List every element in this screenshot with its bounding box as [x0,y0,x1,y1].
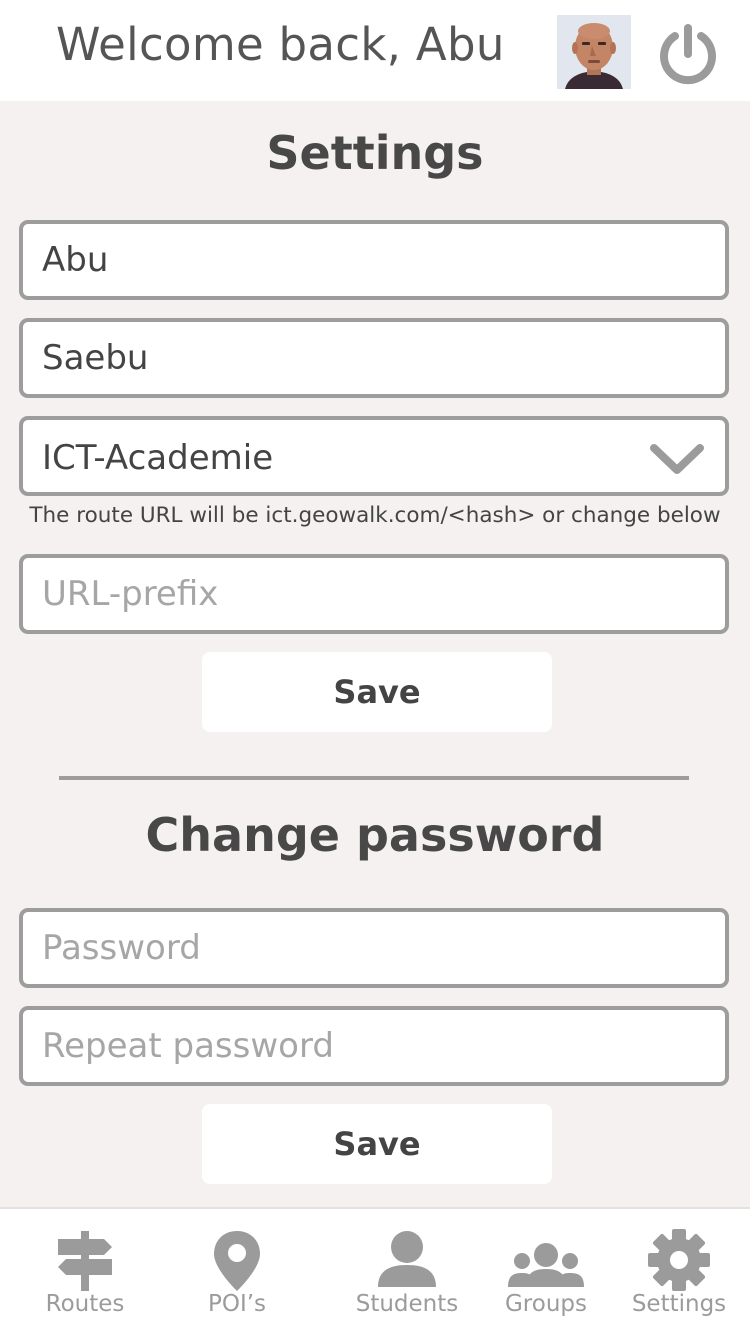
url-prefix-input[interactable] [23,558,725,630]
password-input[interactable] [23,912,725,984]
nav-label-pois: POI’s [207,1291,267,1317]
nav-label-settings: Settings [631,1291,727,1317]
signpost-icon [50,1227,120,1293]
first-name-input[interactable] [23,224,725,296]
nav-item-settings[interactable]: Settings [624,1209,734,1334]
repeat-password-input[interactable] [23,1010,725,1082]
nav-item-routes[interactable]: Routes [25,1209,145,1334]
welcome-text: Welcome back, Abu [56,18,505,71]
settings-title: Settings [266,126,484,180]
bottom-nav: Routes POI’s Students Groups Settings [0,1207,750,1334]
url-prefix-field[interactable] [19,554,729,634]
organization-selected-value: ICT-Academie [42,438,274,478]
last-name-field[interactable] [19,318,729,398]
gear-icon [644,1227,714,1293]
nav-label-students: Students [355,1291,459,1317]
avatar[interactable] [557,15,631,89]
password-field[interactable] [19,908,729,988]
nav-item-pois[interactable]: POI’s [177,1209,297,1334]
nav-item-groups[interactable]: Groups [490,1209,602,1334]
section-divider [59,776,689,780]
nav-label-groups: Groups [504,1291,587,1317]
first-name-field[interactable] [19,220,729,300]
person-icon [372,1227,442,1293]
nav-item-students[interactable]: Students [344,1209,470,1334]
route-url-hint: The route URL will be ict.geowalk.com/<h… [29,503,721,528]
save-password-button[interactable]: Save [202,1104,552,1184]
organization-select[interactable]: ICT-Academie [19,416,729,496]
chevron-down-icon[interactable] [649,442,705,476]
app-header: Welcome back, Abu [0,0,750,101]
group-icon [508,1227,584,1293]
map-pin-icon [202,1227,272,1293]
power-icon[interactable] [656,22,720,86]
save-settings-button[interactable]: Save [202,652,552,732]
nav-label-routes: Routes [45,1291,125,1317]
last-name-input[interactable] [23,322,725,394]
change-password-title: Change password [145,808,605,862]
repeat-password-field[interactable] [19,1006,729,1086]
